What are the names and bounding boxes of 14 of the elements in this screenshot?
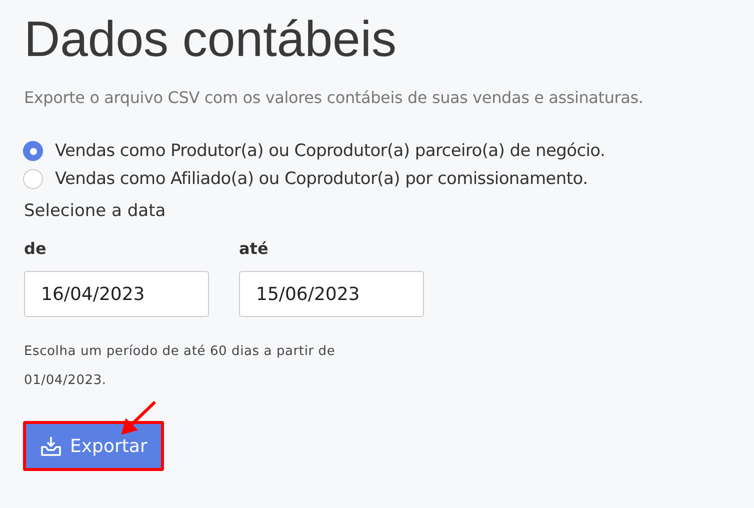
radio-label[interactable]: Vendas como Afiliado(a) ou Coprodutor(a) por comissionamento.	[55, 169, 588, 189]
description: Exporte o arquivo CSV com os valores contábeis de suas vendas e assinaturas.	[24, 88, 644, 107]
export-button[interactable]: Exportar	[23, 421, 164, 471]
radio-button[interactable]	[23, 169, 43, 189]
hint-text: Escolha um período de até 60 dias a partir de 01/04/2023.	[24, 343, 336, 390]
radio-label[interactable]: Vendas como Produtor(a) ou Coprodutor(a) parceiro(a) de negócio.	[55, 141, 606, 161]
download-icon	[40, 435, 62, 457]
date-field[interactable]: 15/06/2023	[239, 271, 424, 317]
page-title: Dados contábeis	[24, 10, 398, 69]
date-field[interactable]: 16/04/2023	[24, 271, 209, 317]
date-prompt: Selecione a data	[24, 201, 167, 221]
radio-button[interactable]	[23, 141, 43, 161]
field-label: até	[239, 239, 270, 258]
field-label: de	[24, 239, 48, 258]
